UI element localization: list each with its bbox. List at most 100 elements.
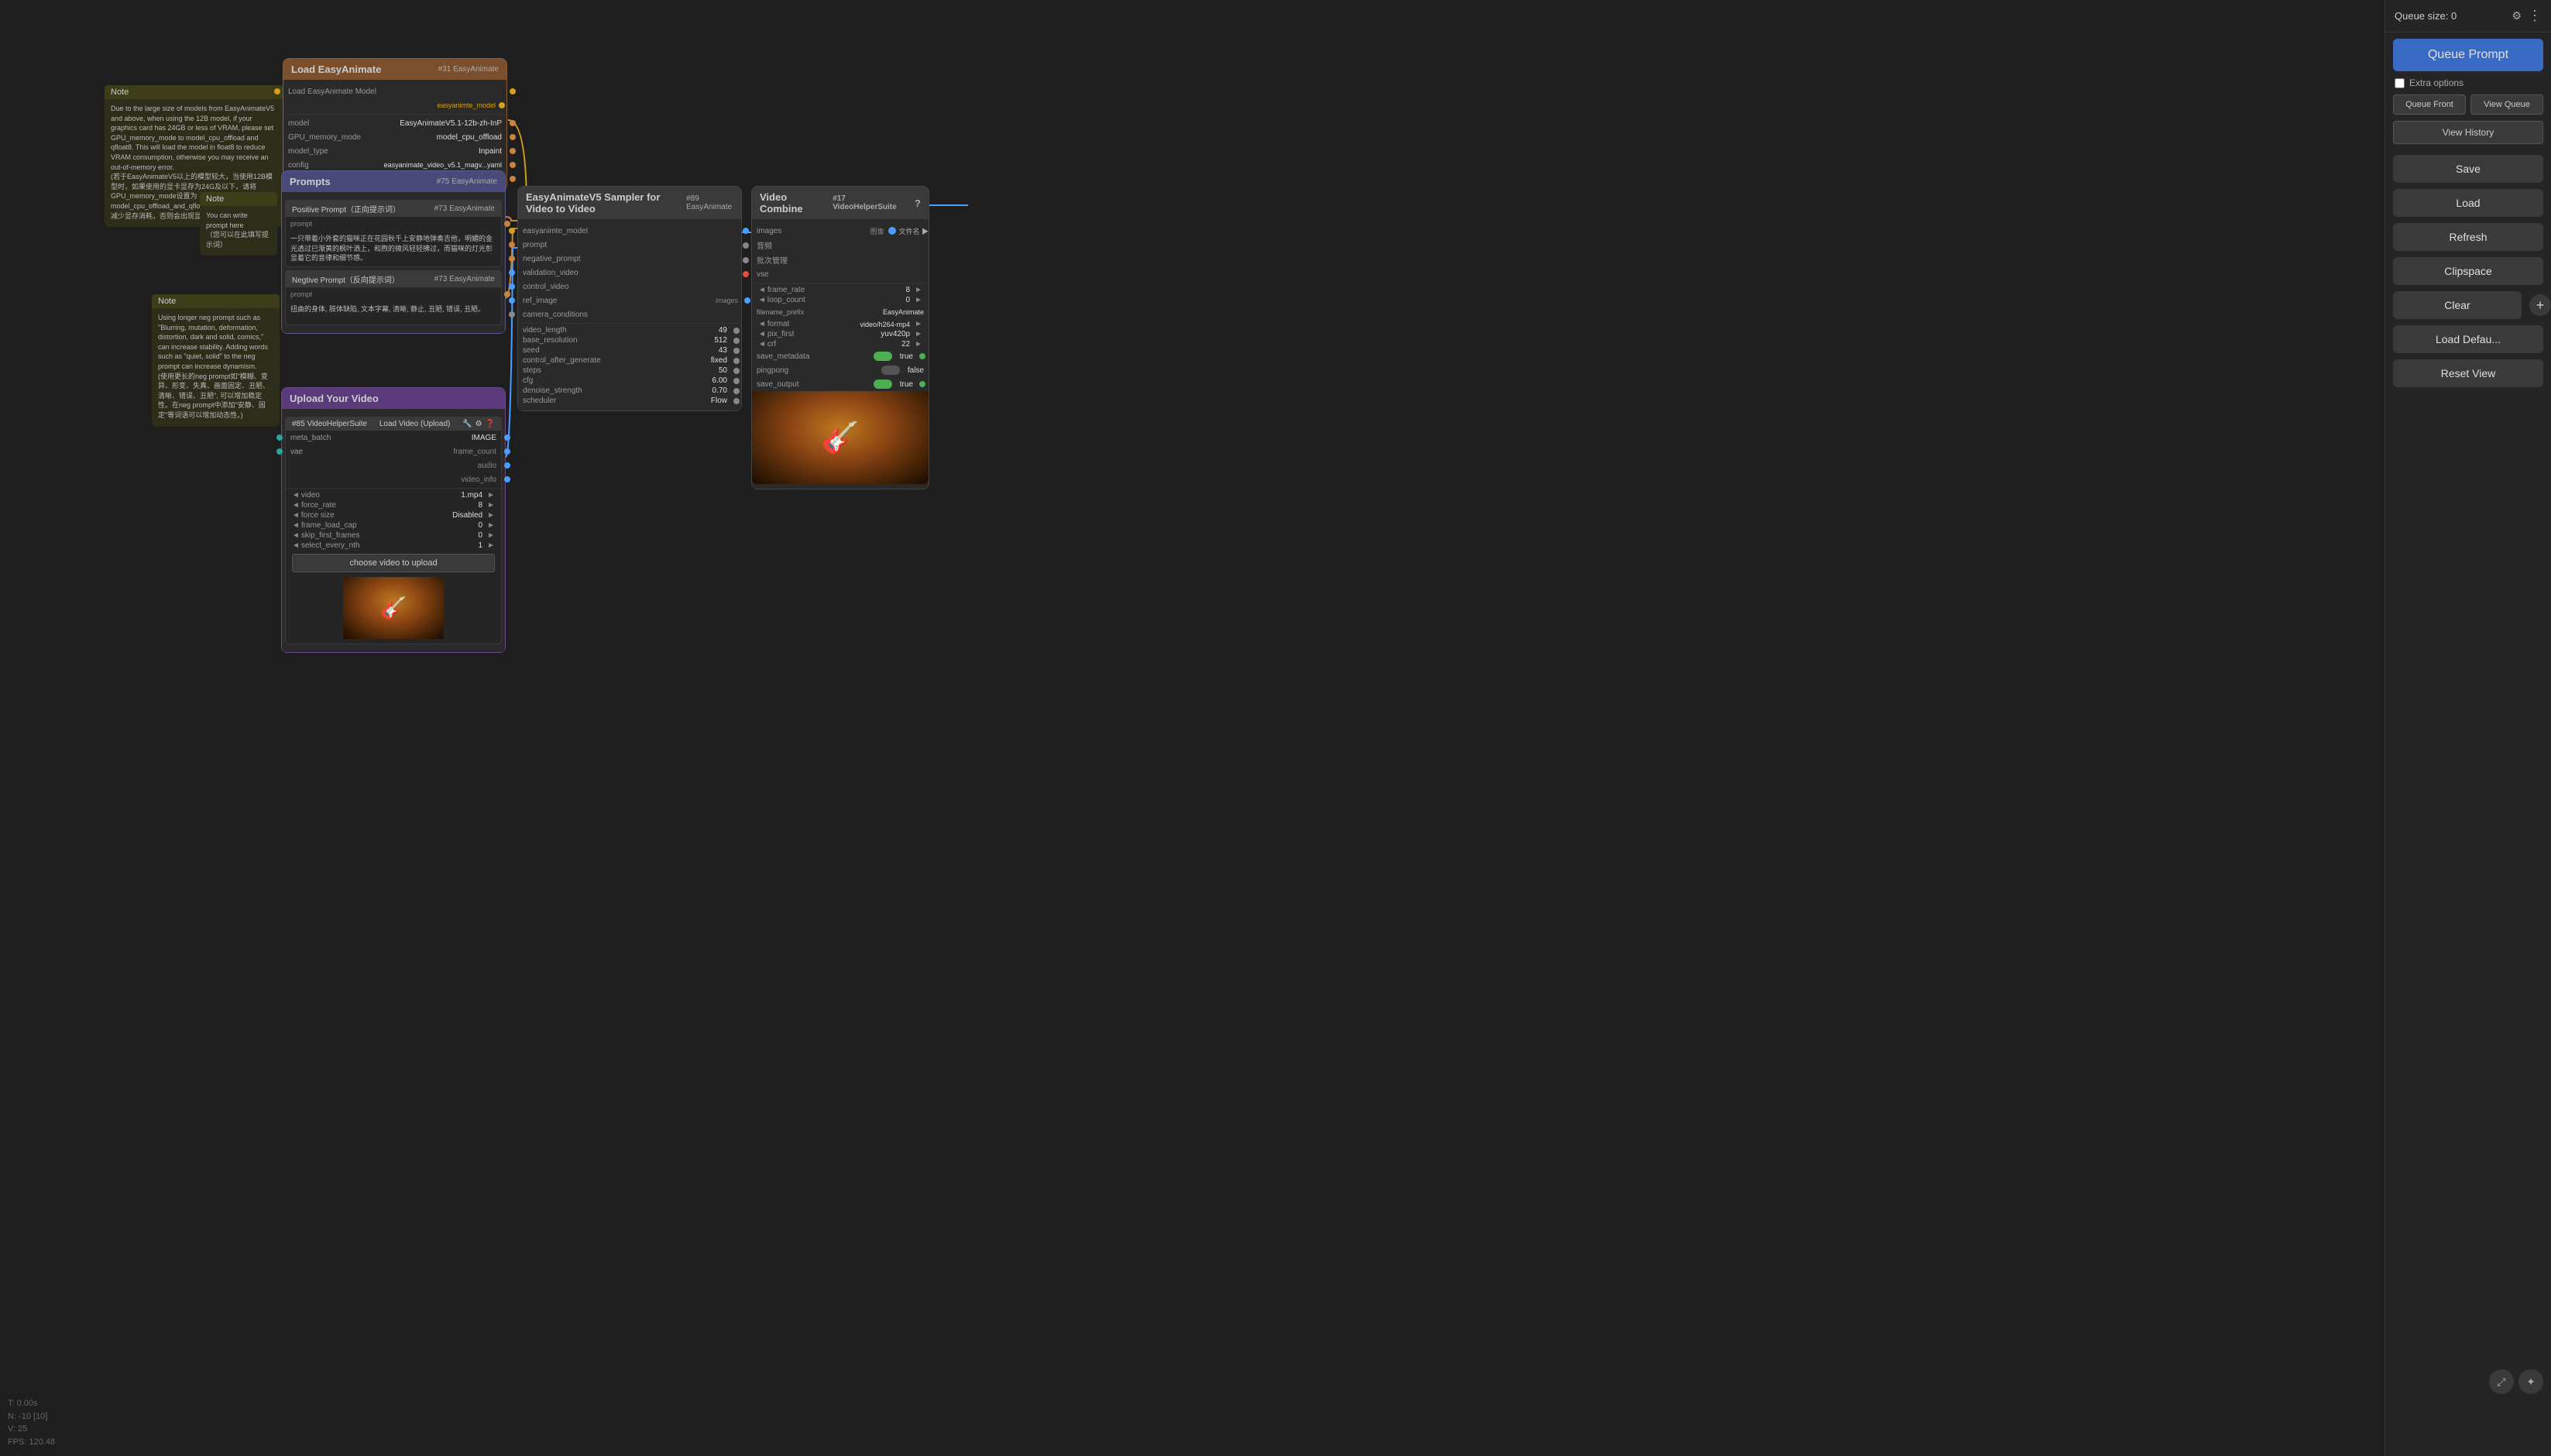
choose-video-btn[interactable]: choose video to upload bbox=[292, 554, 495, 572]
force-size-label: force size bbox=[301, 511, 449, 520]
c-loopcount-label: loop_count bbox=[767, 296, 903, 304]
s-port-camera bbox=[509, 311, 515, 318]
c-framerate-right[interactable]: ► bbox=[913, 286, 924, 294]
refresh-button[interactable]: Refresh bbox=[2393, 223, 2543, 251]
c-saveoutput-toggle[interactable] bbox=[874, 379, 892, 389]
reset-view-button[interactable]: Reset View bbox=[2393, 359, 2543, 387]
force-size-right[interactable]: ► bbox=[486, 511, 496, 520]
save-button[interactable]: Save bbox=[2393, 155, 2543, 183]
gpu-row: GPU_memory_mode model_cpu_offload bbox=[283, 130, 506, 144]
s-videolen-label: video_length bbox=[523, 326, 716, 335]
force-size-val: Disabled bbox=[452, 511, 482, 520]
force-size-left[interactable]: ◄ bbox=[290, 511, 301, 520]
s-refimage-row: ref_image images bbox=[518, 294, 741, 307]
sidebar-header-icons: ⚙ ⋮ bbox=[2512, 8, 2542, 24]
c-pix-right[interactable]: ► bbox=[913, 330, 924, 338]
settings-icon[interactable]: ⚙ bbox=[2512, 9, 2522, 22]
s-port-steps bbox=[733, 368, 740, 374]
skip-right[interactable]: ► bbox=[486, 531, 496, 540]
easymodel-output-label: easyanimte_model bbox=[437, 101, 496, 109]
port-positive-out bbox=[504, 221, 510, 227]
load-default-button[interactable]: Load Defau... bbox=[2393, 325, 2543, 353]
c-format-right[interactable]: ► bbox=[913, 320, 924, 328]
prompts-node: Prompts #75 EasyAnimate Positive Prompt（… bbox=[281, 170, 506, 334]
note-node-3: Note Using longer neg prompt such as "Bl… bbox=[152, 294, 280, 427]
port-videoinfo-right bbox=[504, 476, 510, 482]
c-pingpong-label: pingpong bbox=[752, 366, 881, 375]
s-refimage-label: ref_image bbox=[518, 297, 716, 305]
c-pix-left[interactable]: ◄ bbox=[757, 330, 767, 338]
load-button[interactable]: Load bbox=[2393, 189, 2543, 217]
view-history-button[interactable]: View History bbox=[2393, 121, 2543, 144]
c-port-images bbox=[743, 228, 749, 234]
clipspace-button[interactable]: Clipspace bbox=[2393, 257, 2543, 285]
load-easyanimate-badge: #31 EasyAnimate bbox=[438, 65, 499, 74]
upload-header: Upload Your Video bbox=[282, 388, 505, 409]
video-info-label: video_info bbox=[456, 476, 501, 484]
view-queue-button[interactable]: View Queue bbox=[2470, 94, 2543, 115]
c-crf-right[interactable]: ► bbox=[913, 340, 924, 349]
extra-options-label: Extra options bbox=[2409, 77, 2463, 88]
connection-upload-sampler bbox=[506, 248, 517, 457]
prompts-title: Prompts bbox=[290, 176, 331, 187]
queue-front-button[interactable]: Queue Front bbox=[2393, 94, 2466, 115]
c-port-output bbox=[888, 227, 896, 235]
compass-icon-btn[interactable]: ✦ bbox=[2518, 1369, 2543, 1394]
negative-prompt-row: prompt bbox=[286, 287, 501, 301]
s-prompt-label: prompt bbox=[518, 241, 741, 249]
s-camera-row: camera_conditions bbox=[518, 307, 741, 321]
c-port-savemeta bbox=[919, 353, 925, 359]
add-button[interactable]: + bbox=[2529, 294, 2551, 316]
frame-cap-right[interactable]: ► bbox=[486, 521, 496, 530]
gpu-value: model_cpu_offload bbox=[432, 133, 506, 142]
c-savemeta-toggle[interactable] bbox=[874, 352, 892, 361]
c-pingpong-row: pingpong false bbox=[752, 363, 929, 377]
c-format-left[interactable]: ◄ bbox=[757, 320, 767, 328]
s-port-easymodel bbox=[509, 228, 515, 234]
positive-header: Positive Prompt（正向提示词） #73 EasyAnimate bbox=[286, 201, 501, 217]
frame-cap-left[interactable]: ◄ bbox=[290, 521, 301, 530]
note-title-2: Note bbox=[200, 192, 277, 206]
menu-icon[interactable]: ⋮ bbox=[2528, 8, 2542, 24]
model-label: model bbox=[283, 119, 395, 128]
skip-left[interactable]: ◄ bbox=[290, 531, 301, 540]
c-loop-left[interactable]: ◄ bbox=[757, 296, 767, 304]
video-right-arrow[interactable]: ► bbox=[486, 491, 496, 500]
video-stepper-label: video bbox=[301, 491, 458, 500]
force-rate-right[interactable]: ► bbox=[486, 501, 496, 510]
c-loop-right[interactable]: ► bbox=[913, 296, 924, 304]
positive-title: Positive Prompt（正向提示词） bbox=[292, 203, 400, 215]
negative-prompt-label: prompt bbox=[286, 290, 501, 298]
queue-prompt-button[interactable]: Queue Prompt bbox=[2393, 39, 2543, 71]
s-port-baseres bbox=[733, 338, 740, 344]
s-baseres-val: 512 bbox=[714, 336, 727, 345]
c-crf-left[interactable]: ◄ bbox=[757, 340, 767, 349]
c-pingpong-toggle[interactable] bbox=[881, 366, 900, 375]
s-easymodel-row: easyanimte_model bbox=[518, 224, 741, 238]
clear-button[interactable]: Clear bbox=[2393, 291, 2522, 319]
expand-icon-btn[interactable]: ⤢ bbox=[2489, 1369, 2514, 1394]
c-crf-row: ◄ crf 22 ► bbox=[752, 339, 929, 349]
s-denoise-row: denoise_strength 0.70 bbox=[518, 386, 741, 396]
s-videolen-row: video_length 49 bbox=[518, 325, 741, 335]
cat-guitarist-image bbox=[752, 391, 929, 484]
c-pixfirst-label: pix_first bbox=[767, 330, 877, 338]
extra-options-checkbox[interactable] bbox=[2395, 78, 2405, 88]
video-left-arrow[interactable]: ◄ bbox=[290, 491, 301, 500]
combine-header: Video Combine #17 VideoHelperSuite ? bbox=[752, 187, 929, 219]
s-control-val: fixed bbox=[711, 356, 727, 365]
combine-help-icon[interactable]: ? bbox=[915, 197, 921, 209]
nth-right[interactable]: ► bbox=[486, 541, 496, 550]
load-video-icons: 🔧 ⚙ ❓ bbox=[462, 420, 495, 428]
c-framerate-left[interactable]: ◄ bbox=[757, 286, 767, 294]
audio-row: audio bbox=[286, 458, 501, 472]
c-filename-row: filename_prefix EasyAnimate bbox=[752, 305, 929, 319]
c-framerate-row: ◄ frame_rate 8 ► bbox=[752, 285, 929, 295]
s-control-label: control_after_generate bbox=[523, 356, 708, 365]
spacer1 bbox=[2385, 147, 2551, 152]
force-rate-left[interactable]: ◄ bbox=[290, 501, 301, 510]
load-video-badge: #85 VideoHelperSuite bbox=[292, 420, 367, 428]
divider-upload bbox=[286, 488, 501, 489]
nth-left[interactable]: ◄ bbox=[290, 541, 301, 550]
c-images-label: images bbox=[752, 227, 870, 235]
